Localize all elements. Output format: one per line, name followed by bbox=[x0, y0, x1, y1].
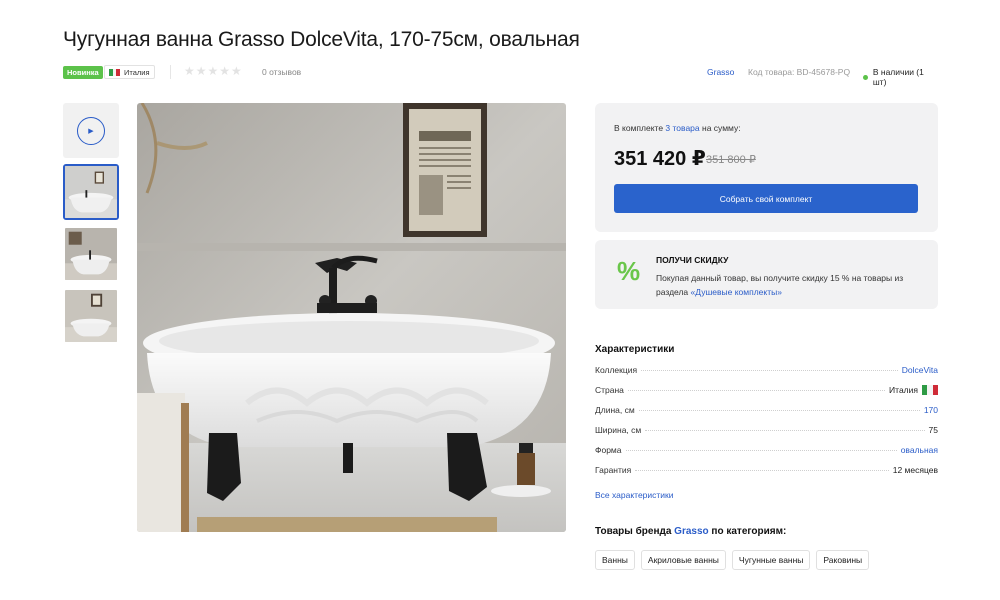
brand-link[interactable]: Grasso bbox=[707, 67, 734, 77]
spec-row-shape: Форма овальная bbox=[595, 445, 938, 465]
kit-label-suffix: на сумму: bbox=[702, 123, 741, 133]
promo-title: ПОЛУЧИ СКИДКУ bbox=[656, 255, 729, 265]
kit-panel: В комплекте 3 товара на сумму: 351 420 ₽… bbox=[595, 103, 938, 232]
spec-dots bbox=[635, 470, 889, 471]
new-badge: Новинка bbox=[63, 66, 103, 79]
rating-stars-icon[interactable]: ★★★★★ bbox=[184, 64, 243, 78]
kit-old-price: 351 800 ₽ bbox=[706, 154, 756, 166]
thumbnail-3[interactable] bbox=[63, 288, 119, 344]
all-specs-link[interactable]: Все характеристики bbox=[595, 490, 674, 500]
shower-kits-link[interactable]: «Душевые комплекты» bbox=[691, 287, 782, 297]
play-icon[interactable]: ▶ bbox=[77, 116, 105, 145]
stock-status-label: В наличии (1 шт) bbox=[872, 67, 924, 87]
thumbnail-gallery: ▶ bbox=[63, 103, 119, 350]
spec-dots bbox=[641, 370, 898, 371]
bathtub-photo bbox=[137, 103, 566, 532]
country-badge: Италия bbox=[104, 65, 155, 79]
spec-key: Ширина, см bbox=[595, 425, 642, 435]
spec-key: Коллекция bbox=[595, 365, 638, 375]
thumbnail-2[interactable] bbox=[63, 226, 119, 282]
spec-dots bbox=[638, 410, 920, 411]
brand-categories-brand-link[interactable]: Grasso bbox=[674, 526, 708, 537]
spec-dots bbox=[645, 430, 925, 431]
brand-categories-suffix: по категориям: bbox=[711, 526, 787, 537]
category-chip-acrylic-baths[interactable]: Акриловые ванны bbox=[640, 550, 726, 570]
specs-list: Коллекция DolceVita Страна Италия Длина,… bbox=[595, 365, 938, 485]
spec-key: Гарантия bbox=[595, 465, 632, 475]
brand-categories-prefix: Товары бренда bbox=[595, 526, 672, 537]
length-link[interactable]: 170 bbox=[924, 405, 938, 415]
spec-key: Форма bbox=[595, 445, 622, 455]
spec-row-country: Страна Италия bbox=[595, 385, 938, 405]
italy-flag-icon bbox=[109, 68, 121, 76]
specs-title: Характеристики bbox=[595, 344, 675, 355]
reviews-link[interactable]: 0 отзывов bbox=[262, 67, 301, 77]
category-chip-cast-iron-baths[interactable]: Чугунные ванны bbox=[731, 550, 811, 570]
main-product-image[interactable] bbox=[137, 103, 566, 532]
collection-link[interactable]: DolceVita bbox=[902, 365, 938, 375]
shape-link[interactable]: овальная bbox=[901, 445, 938, 455]
kit-items-link[interactable]: 3 товара bbox=[665, 123, 699, 133]
percent-icon: % bbox=[617, 256, 641, 286]
width-value: 75 bbox=[928, 425, 938, 435]
spec-row-collection: Коллекция DolceVita bbox=[595, 365, 938, 385]
promo-text: Покупая данный товар, вы получите скидку… bbox=[656, 271, 916, 299]
product-title: Чугунная ванна Grasso DolceVita, 170-75с… bbox=[63, 28, 580, 51]
category-chip-sinks[interactable]: Раковины bbox=[816, 550, 870, 570]
spec-row-width: Ширина, см 75 bbox=[595, 425, 938, 445]
build-kit-button[interactable]: Собрать свой комплект bbox=[614, 184, 918, 213]
spec-row-length: Длина, см 170 bbox=[595, 405, 938, 425]
spec-row-warranty: Гарантия 12 месяцев bbox=[595, 465, 938, 485]
bathtub-thumbnail-image bbox=[65, 290, 117, 342]
warranty-value: 12 месяцев bbox=[892, 465, 938, 475]
bathtub-thumbnail-image bbox=[65, 166, 117, 218]
spec-value-country: Италия bbox=[889, 385, 938, 395]
italy-flag-icon bbox=[922, 385, 938, 395]
country-value: Италия bbox=[889, 385, 918, 395]
kit-label-prefix: В комплекте bbox=[614, 123, 664, 133]
product-meta-row: Новинка Италия ★★★★★ 0 отзывов Grasso Ко… bbox=[63, 64, 938, 87]
video-thumbnail[interactable]: ▶ bbox=[63, 103, 119, 158]
brand-categories-title: Товары бренда Grasso по категориям: bbox=[595, 526, 786, 537]
country-badge-label: Италия bbox=[124, 67, 150, 77]
kit-label: В комплекте 3 товара на сумму: bbox=[614, 123, 741, 133]
discount-promo: % ПОЛУЧИ СКИДКУ Покупая данный товар, вы… bbox=[595, 240, 938, 309]
thumbnail-1[interactable] bbox=[63, 164, 119, 220]
divider bbox=[170, 65, 171, 79]
category-chip-baths[interactable]: Ванны bbox=[595, 550, 635, 570]
spec-dots bbox=[625, 450, 897, 451]
spec-dots bbox=[627, 390, 886, 391]
brand-categories: Ванны Акриловые ванны Чугунные ванны Рак… bbox=[595, 550, 870, 570]
bathtub-thumbnail-image bbox=[65, 228, 117, 280]
spec-key: Страна bbox=[595, 385, 624, 395]
spec-key: Длина, см bbox=[595, 405, 635, 415]
sku-text: Код товара: BD-45678-PQ bbox=[748, 67, 851, 77]
kit-price: 351 420 ₽ bbox=[614, 148, 706, 170]
stock-status: В наличии (1 шт) bbox=[863, 67, 938, 87]
stock-dot-icon bbox=[863, 74, 868, 80]
